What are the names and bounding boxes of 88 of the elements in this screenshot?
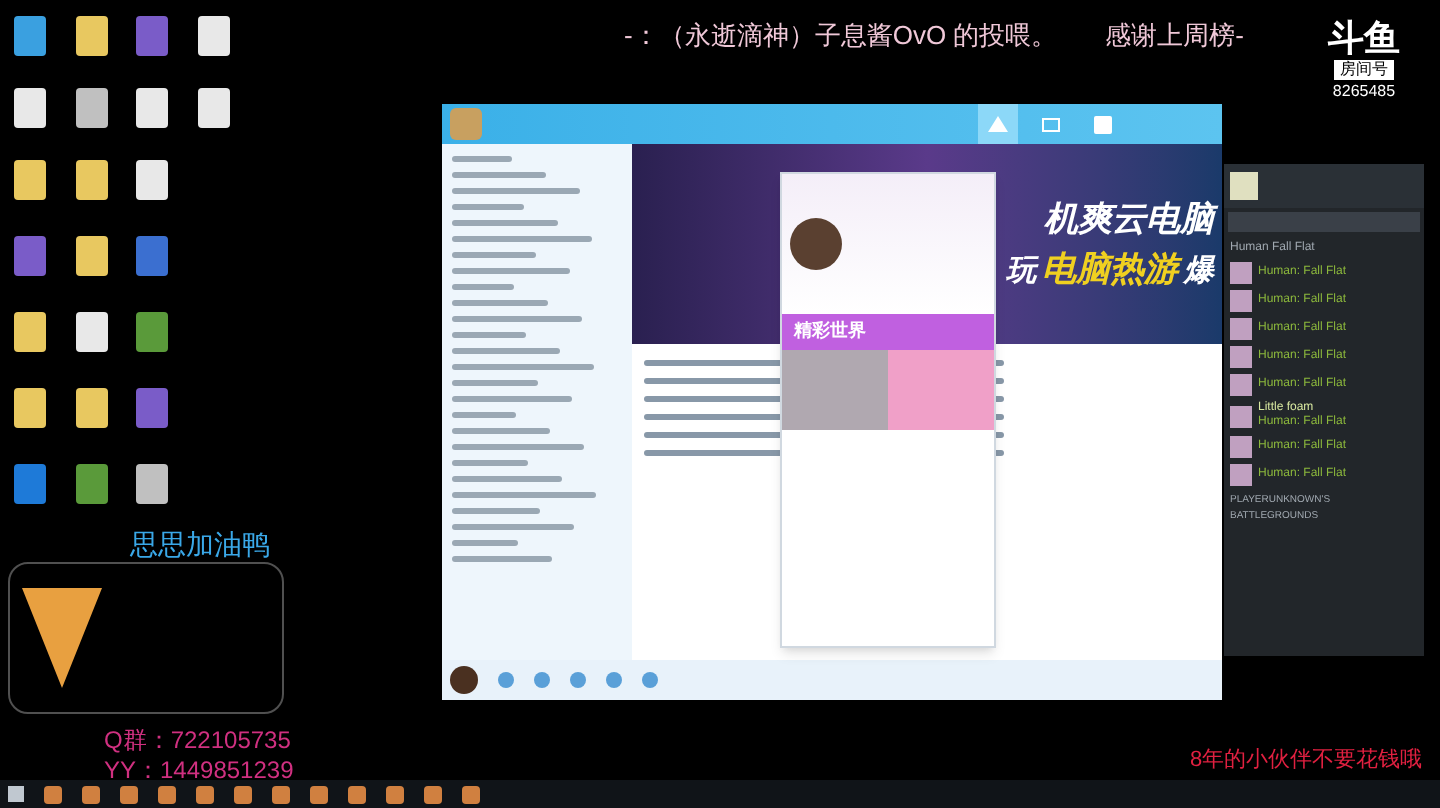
- friend-avatar-icon: [1230, 290, 1252, 312]
- photo-placeholder: [782, 350, 888, 430]
- list-row-placeholder: [452, 172, 546, 178]
- list-row-placeholder: [452, 332, 526, 338]
- taskbar-app-icon[interactable]: [44, 785, 62, 803]
- list-row-placeholder: [452, 364, 594, 370]
- desktop-file-icon[interactable]: [197, 16, 230, 56]
- qq-group-text: Q群：722105735: [104, 724, 291, 758]
- list-row-placeholder: [452, 380, 538, 386]
- banner-highlight: 电脑热游: [1042, 244, 1178, 295]
- overlay-title: 思思加油鸭: [130, 526, 270, 564]
- search-field[interactable]: [1228, 212, 1420, 232]
- grid-icon: [1093, 115, 1111, 133]
- room-label: 房间号: [1334, 60, 1394, 80]
- list-row-placeholder: [452, 412, 516, 418]
- friend-avatar-icon: [1230, 464, 1252, 486]
- friend-avatar-icon: [1230, 262, 1252, 284]
- desktop-file-icon[interactable]: [75, 388, 108, 428]
- banner-text: 爆: [1184, 254, 1214, 292]
- list-row-placeholder: [452, 300, 548, 306]
- taskbar-app-icon[interactable]: [158, 785, 176, 803]
- room-number: 8265485: [1332, 80, 1396, 104]
- avatar-icon: [450, 108, 482, 140]
- avatar-photo-placeholder: [790, 218, 842, 270]
- list-row-placeholder: [452, 220, 558, 226]
- list-row-placeholder: [452, 188, 580, 194]
- friend-avatar-icon: [1230, 374, 1252, 396]
- friend-avatar-icon: [1230, 346, 1252, 368]
- taskbar-app-icon[interactable]: [424, 785, 442, 803]
- list-row-placeholder: [452, 252, 536, 258]
- desktop-file-icon[interactable]: [75, 16, 108, 56]
- desktop-file-icon[interactable]: [14, 312, 47, 352]
- list-row-placeholder: [452, 444, 584, 450]
- list-row-placeholder: [452, 348, 560, 354]
- taskbar-app-icon[interactable]: [196, 785, 214, 803]
- list-row-placeholder: [452, 556, 552, 562]
- list-row-placeholder: [452, 508, 540, 514]
- notice-text: 8年的小伙伴不要花钱哦: [1190, 746, 1423, 776]
- thanks-text: 感谢上周榜-: [1105, 18, 1245, 54]
- taskbar-app-icon[interactable]: [82, 785, 100, 803]
- desktop-file-icon[interactable]: [75, 88, 108, 128]
- taskbar-app-icon[interactable]: [386, 785, 404, 803]
- taskbar-app-icon[interactable]: [462, 785, 480, 803]
- friend-avatar-icon: [1230, 436, 1252, 458]
- desktop-file-icon[interactable]: [136, 312, 169, 352]
- list-row-placeholder: [452, 284, 514, 290]
- desktop-file-icon[interactable]: [75, 464, 108, 504]
- friend-avatar-icon: [1230, 318, 1252, 340]
- list-row-placeholder: [452, 268, 570, 274]
- desktop-file-icon[interactable]: [75, 160, 108, 200]
- list-row-placeholder: [452, 460, 528, 466]
- start-icon[interactable]: [8, 786, 24, 802]
- desktop-file-icon[interactable]: [75, 312, 108, 352]
- desktop-file-icon[interactable]: [14, 88, 47, 128]
- list-row-placeholder: [452, 476, 562, 482]
- list-row-placeholder: [452, 524, 574, 530]
- list-row-placeholder: [452, 396, 572, 402]
- taskbar-app-icon[interactable]: [234, 785, 252, 803]
- desktop-file-icon[interactable]: [14, 160, 47, 200]
- friend-avatar-icon: [1230, 405, 1252, 427]
- taskbar-app-icon[interactable]: [348, 785, 366, 803]
- screen-icon: [1041, 117, 1059, 131]
- banner-headline: 机爽云电脑: [1044, 193, 1214, 244]
- list-row-placeholder: [452, 156, 512, 162]
- taskbar-app-icon[interactable]: [272, 785, 290, 803]
- avatar-icon: [1230, 172, 1258, 200]
- taskbar-app-icon[interactable]: [120, 785, 138, 803]
- photo-placeholder: [888, 350, 994, 430]
- desktop-file-icon[interactable]: [136, 160, 169, 200]
- gift-message: -：（永逝滴神）子息酱OvO 的投喂。: [624, 18, 1058, 54]
- taskbar-app-icon[interactable]: [310, 785, 328, 803]
- yy-id-text: YY：1449851239: [104, 754, 294, 788]
- list-row-placeholder: [452, 316, 582, 322]
- promo-text: 精彩世界: [794, 318, 866, 345]
- desktop-file-icon[interactable]: [136, 88, 169, 128]
- logo-text: 斗鱼: [1328, 20, 1400, 56]
- desktop-file-icon[interactable]: [14, 16, 47, 56]
- desktop-file-icon[interactable]: [136, 464, 169, 504]
- desktop-file-icon[interactable]: [14, 388, 47, 428]
- desktop-file-icon[interactable]: [197, 88, 230, 128]
- desktop-file-icon[interactable]: [75, 236, 108, 276]
- list-row-placeholder: [452, 428, 550, 434]
- list-row-placeholder: [452, 492, 596, 498]
- avatar-icon: [450, 666, 478, 694]
- banner-text: 玩: [1006, 252, 1036, 292]
- list-row-placeholder: [452, 540, 518, 546]
- list-row-placeholder: [452, 236, 592, 242]
- list-row-placeholder: [452, 204, 524, 210]
